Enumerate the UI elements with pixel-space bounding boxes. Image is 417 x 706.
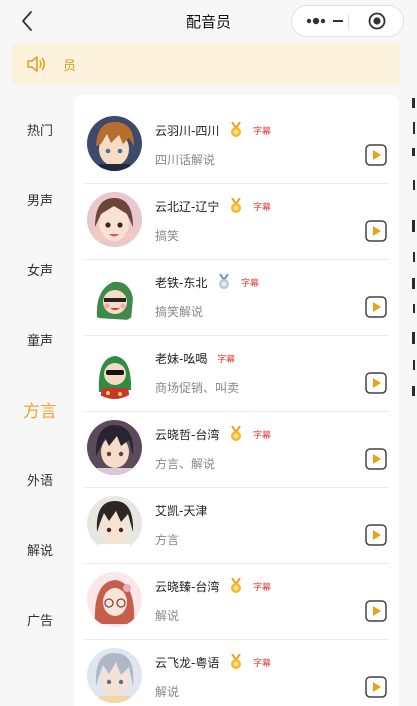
voice-description: 方言、解说 [155, 457, 216, 471]
voice-name-text: 艾凯-天津 [155, 504, 208, 518]
gold-medal-icon [231, 654, 242, 669]
avatar [87, 344, 142, 399]
play-icon[interactable] [365, 676, 387, 698]
subtitle-tag: 字幕 [217, 355, 236, 365]
sidebar-item-male[interactable]: 男声 [0, 190, 80, 209]
more-dots-icon[interactable] [292, 6, 348, 36]
play-icon[interactable] [365, 600, 387, 622]
avatar [87, 648, 142, 703]
voice-description: 搞笑解说 [155, 305, 204, 319]
voice-name: 云北辽-辽宁 字幕 [155, 198, 271, 215]
sidebar-item-dialect[interactable]: 方言 [0, 397, 80, 422]
play-icon[interactable] [365, 220, 387, 242]
avatar [87, 420, 142, 475]
list-item[interactable]: 老妹-吆喝 字幕 商场促销、叫卖 [74, 336, 389, 412]
play-icon[interactable] [365, 524, 387, 546]
voice-name-text: 老妹-吆喝 [155, 352, 208, 366]
voice-name: 云晓臻-台湾 字幕 [155, 578, 271, 595]
voice-name-text: 云飞龙-粤语 [155, 656, 220, 670]
voice-name: 老铁-东北 字幕 [155, 274, 259, 291]
list-item[interactable]: 云飞龙-粤语 字幕 解说 [74, 640, 389, 706]
menu-capsule [291, 5, 404, 37]
voice-name-text: 云北辽-辽宁 [155, 200, 220, 214]
voice-description: 四川话解说 [155, 153, 216, 167]
gold-medal-icon [231, 578, 242, 593]
gold-medal-icon [231, 122, 242, 137]
gold-medal-icon [231, 198, 242, 213]
voice-name-text: 云晓哲-台湾 [155, 428, 220, 442]
speaker-icon [27, 56, 45, 72]
avatar [87, 116, 142, 171]
silver-medal-icon [219, 274, 230, 289]
gold-medal-icon [231, 426, 242, 441]
notice-text: 员 [63, 59, 77, 74]
voice-list: 云羽川-四川 字幕 四川话解说 云北辽-辽宁 字幕 搞笑 老铁-东北 字幕 搞笑… [74, 95, 399, 706]
avatar [87, 572, 142, 627]
list-item[interactable]: 老铁-东北 字幕 搞笑解说 [74, 260, 389, 336]
voice-name: 云飞龙-粤语 字幕 [155, 654, 271, 671]
list-item[interactable]: 云北辽-辽宁 字幕 搞笑 [74, 184, 389, 260]
voice-description: 方言 [155, 533, 180, 547]
clipped-content-edge [412, 98, 415, 396]
subtitle-tag: 字幕 [253, 127, 272, 137]
voice-name: 云羽川-四川 字幕 [155, 122, 271, 139]
top-bar: 配音员 [0, 0, 417, 42]
subtitle-tag: 字幕 [253, 203, 272, 213]
list-item[interactable]: 艾凯-天津 方言 [74, 488, 389, 564]
play-icon[interactable] [365, 448, 387, 470]
sidebar-item-hot[interactable]: 热门 [0, 120, 80, 139]
voice-name-text: 云晓臻-台湾 [155, 580, 220, 594]
sidebar-item-child[interactable]: 童声 [0, 330, 80, 349]
avatar [87, 496, 142, 551]
play-icon[interactable] [365, 296, 387, 318]
voice-description: 搞笑 [155, 229, 180, 243]
voice-description: 商场促销、叫卖 [155, 381, 240, 395]
sidebar-item-foreign[interactable]: 外语 [0, 470, 80, 489]
voice-description: 解说 [155, 609, 180, 623]
voice-name-text: 云羽川-四川 [155, 124, 220, 138]
voice-name-text: 老铁-东北 [155, 276, 208, 290]
voice-name: 云晓哲-台湾 字幕 [155, 426, 271, 443]
sidebar-item-narration[interactable]: 解说 [0, 540, 80, 559]
sidebar-item-ad[interactable]: 广告 [0, 610, 80, 629]
subtitle-tag: 字幕 [253, 583, 272, 593]
play-icon[interactable] [365, 372, 387, 394]
subtitle-tag: 字幕 [253, 659, 272, 669]
list-item[interactable]: 云羽川-四川 字幕 四川话解说 [74, 108, 389, 184]
subtitle-tag: 字幕 [253, 431, 272, 441]
play-icon[interactable] [365, 144, 387, 166]
notice-bar: 员 [12, 43, 400, 85]
avatar [87, 192, 142, 247]
avatar [87, 268, 142, 323]
list-item[interactable]: 云晓哲-台湾 字幕 方言、解说 [74, 412, 389, 488]
list-item[interactable]: 云晓臻-台湾 字幕 解说 [74, 564, 389, 640]
voice-name: 老妹-吆喝 字幕 [155, 350, 235, 367]
sidebar-item-female[interactable]: 女声 [0, 260, 80, 279]
voice-description: 解说 [155, 685, 180, 699]
voice-name: 艾凯-天津 [155, 502, 207, 519]
close-circle-icon[interactable] [349, 6, 403, 36]
subtitle-tag: 字幕 [241, 279, 260, 289]
